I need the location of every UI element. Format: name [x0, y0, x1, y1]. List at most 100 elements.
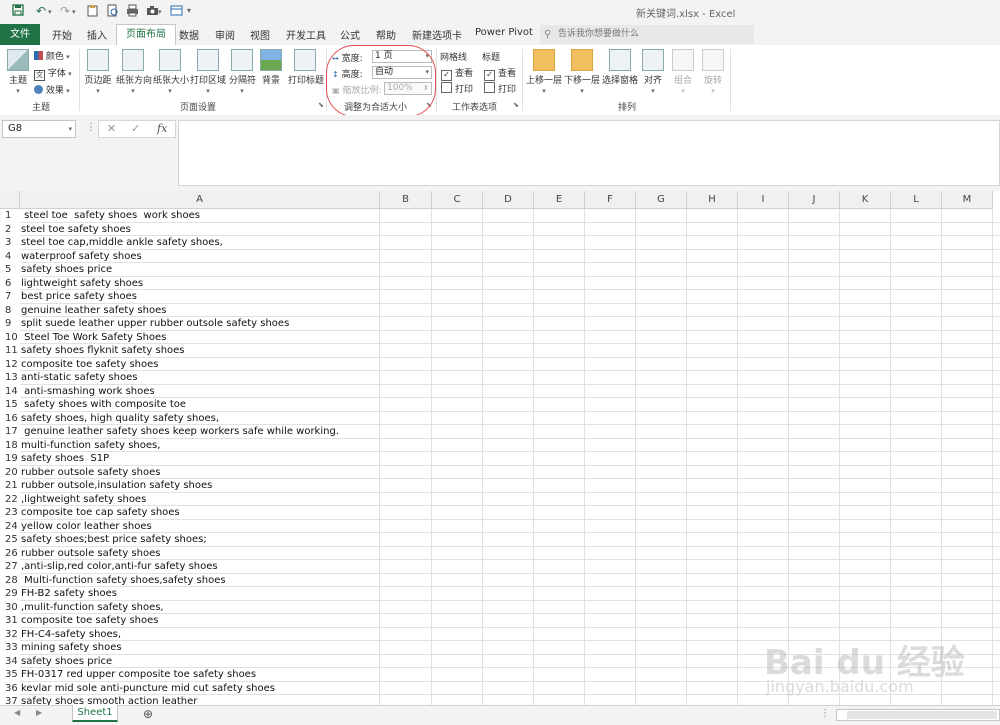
row-header[interactable]: 30: [0, 600, 20, 614]
row-header[interactable]: 16: [0, 411, 20, 425]
tab-view[interactable]: 视图: [250, 27, 270, 42]
row-header[interactable]: 20: [0, 465, 20, 479]
cell-a[interactable]: FH-B2 safety shoes: [20, 587, 117, 601]
horizontal-scrollbar[interactable]: [836, 709, 1000, 721]
cell-a[interactable]: composite toe cap safety shoes: [20, 506, 180, 520]
select-all-corner[interactable]: [0, 191, 20, 209]
page-setup-launcher-icon[interactable]: ⬊: [318, 101, 324, 109]
camera-dropdown-icon[interactable]: ▾: [158, 8, 162, 16]
tab-new-tab[interactable]: 新建选项卡: [412, 27, 462, 42]
row-header[interactable]: 34: [0, 654, 20, 668]
cell-a[interactable]: safety shoes;best price safety shoes;: [20, 533, 207, 547]
cell-a[interactable]: steel toe safety shoes: [20, 223, 131, 237]
customize-quick-access-icon[interactable]: ▾: [187, 6, 191, 15]
row-header[interactable]: 4: [0, 249, 20, 263]
row-header[interactable]: 9: [0, 317, 20, 331]
cell-a[interactable]: safety shoes S1P: [20, 452, 109, 466]
row-header[interactable]: 1: [0, 209, 20, 223]
row-header[interactable]: 23: [0, 506, 20, 520]
row-header[interactable]: 11: [0, 344, 20, 358]
cell-a[interactable]: FH-C4-safety shoes,: [20, 628, 121, 642]
clipboard-icon[interactable]: [86, 4, 99, 20]
headings-view-checkbox[interactable]: ✓ 查看: [484, 66, 516, 81]
cell-a[interactable]: rubber outsole safety shoes: [20, 466, 160, 480]
tab-data[interactable]: 数据: [179, 27, 199, 42]
cell-a[interactable]: anti-static safety shoes: [20, 371, 137, 385]
margins-button[interactable]: 页边距 ▾: [84, 49, 112, 96]
row-header[interactable]: 24: [0, 519, 20, 533]
column-header-h[interactable]: H: [687, 191, 738, 209]
cell-a[interactable]: lightweight safety shoes: [20, 277, 143, 291]
cell-a[interactable]: safety shoes flyknit safety shoes: [20, 344, 185, 358]
cell-a[interactable]: yellow color leather shoes: [20, 520, 152, 534]
tab-developer[interactable]: 开发工具: [286, 27, 326, 42]
formula-bar-grip-icon[interactable]: ⋮: [86, 122, 96, 133]
prev-sheet-icon[interactable]: ◀: [14, 708, 20, 717]
redo-dropdown-icon[interactable]: ▾: [72, 8, 76, 16]
cell-a[interactable]: rubber outsole safety shoes: [20, 547, 160, 561]
cell-a[interactable]: safety shoes, high quality safety shoes,: [20, 412, 219, 426]
cell-a[interactable]: steel toe safety shoes work shoes: [20, 209, 200, 223]
row-header[interactable]: 29: [0, 587, 20, 601]
row-header[interactable]: 33: [0, 641, 20, 655]
send-backward-button[interactable]: 下移一层 ▾: [564, 49, 600, 96]
column-header-f[interactable]: F: [585, 191, 636, 209]
print-area-button[interactable]: 打印区域 ▾: [190, 49, 226, 96]
cell-a[interactable]: split suede leather upper rubber outsole…: [20, 317, 289, 331]
row-header[interactable]: 31: [0, 614, 20, 628]
background-button[interactable]: 背景: [260, 49, 282, 86]
cell-a[interactable]: FH-0317 red upper composite toe safety s…: [20, 668, 256, 682]
tab-power-pivot[interactable]: Power Pivot: [475, 27, 533, 38]
cell-a[interactable]: composite toe safety shoes: [20, 614, 159, 628]
gridlines-print-checkbox[interactable]: 打印: [441, 82, 473, 95]
row-header[interactable]: 25: [0, 533, 20, 547]
column-header-e[interactable]: E: [534, 191, 585, 209]
cancel-icon[interactable]: ✕: [107, 122, 116, 135]
align-button[interactable]: 对齐 ▾: [642, 49, 664, 96]
cell-a[interactable]: waterproof safety shoes: [20, 250, 142, 264]
column-header-m[interactable]: M: [942, 191, 993, 209]
column-header-k[interactable]: K: [840, 191, 891, 209]
gridlines-view-checkbox[interactable]: ✓ 查看: [441, 66, 473, 81]
row-header[interactable]: 32: [0, 627, 20, 641]
cell-a[interactable]: multi-function safety shoes,: [20, 439, 160, 453]
row-header[interactable]: 22: [0, 492, 20, 506]
cell-a[interactable]: kevlar mid sole anti-puncture mid cut sa…: [20, 682, 275, 696]
headings-print-checkbox[interactable]: 打印: [484, 82, 516, 95]
tab-help[interactable]: 帮助: [376, 27, 396, 42]
cell-a[interactable]: ,lightweight safety shoes: [20, 493, 146, 507]
cell-a[interactable]: safety shoes price: [20, 263, 112, 277]
print-titles-button[interactable]: 打印标题: [288, 49, 324, 86]
row-header[interactable]: 6: [0, 276, 20, 290]
row-header[interactable]: 28: [0, 573, 20, 587]
form-icon[interactable]: [170, 4, 183, 20]
formula-input[interactable]: [178, 120, 1000, 186]
rotate-button[interactable]: 旋转 ▾: [702, 49, 724, 96]
cell-a[interactable]: anti-smashing work shoes: [20, 385, 154, 399]
sheet-options-launcher-icon[interactable]: ⬊: [513, 101, 519, 109]
colors-button[interactable]: 颜色 ▾: [34, 49, 70, 62]
next-sheet-icon[interactable]: ▶: [36, 708, 42, 717]
cell-a[interactable]: safety shoes with composite toe: [20, 398, 186, 412]
cell-a[interactable]: safety shoes smooth action leather: [20, 695, 197, 705]
sheet-tab-sheet1[interactable]: Sheet1: [72, 705, 118, 722]
column-header-i[interactable]: I: [738, 191, 789, 209]
row-header[interactable]: 15: [0, 398, 20, 412]
column-header-j[interactable]: J: [789, 191, 840, 209]
cell-a[interactable]: ,anti-slip,red color,anti-fur safety sho…: [20, 560, 218, 574]
tell-me-search[interactable]: ⚲ 告诉我你想要做什么: [540, 25, 754, 44]
print-preview-icon[interactable]: [106, 4, 119, 20]
redo-icon[interactable]: ↷: [60, 4, 70, 18]
row-header[interactable]: 5: [0, 263, 20, 277]
page-size-button[interactable]: 纸张大小 ▾: [153, 49, 189, 96]
tab-split-grip-icon[interactable]: ⋮: [820, 708, 830, 719]
group-button[interactable]: 组合 ▾: [672, 49, 694, 96]
tab-review[interactable]: 审阅: [215, 27, 235, 42]
undo-icon[interactable]: ↶: [36, 4, 46, 18]
column-header-c[interactable]: C: [432, 191, 483, 209]
row-header[interactable]: 8: [0, 303, 20, 317]
row-header[interactable]: 36: [0, 681, 20, 695]
insert-function-icon[interactable]: fx: [157, 122, 167, 135]
row-header[interactable]: 21: [0, 479, 20, 493]
print-icon[interactable]: [126, 4, 139, 20]
